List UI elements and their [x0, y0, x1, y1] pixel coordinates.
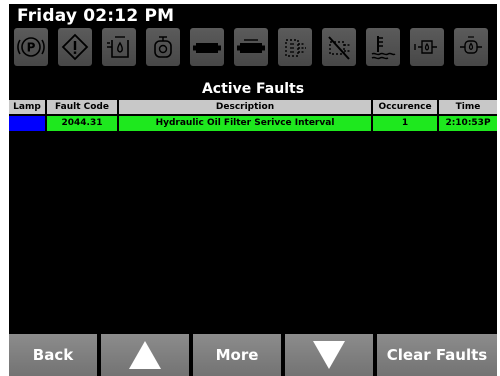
up-arrow-icon: [129, 341, 161, 369]
coolant-temp-icon: [366, 28, 400, 66]
oil-pressure-icon: [410, 28, 444, 66]
svg-text:P: P: [27, 41, 36, 55]
down-arrow-icon: [313, 341, 345, 369]
scroll-up-button[interactable]: [101, 334, 189, 376]
column-header-description: Description: [119, 100, 371, 114]
column-header-occurrence: Occurence: [373, 100, 437, 114]
warning-icon: [58, 28, 92, 66]
indicator-bar: P: [14, 28, 494, 68]
column-header-time: Time: [439, 100, 497, 114]
hydraulic-oil-icon: [102, 28, 136, 66]
fuel-filter-icon: [278, 28, 312, 66]
page-title: Active Faults: [201, 81, 305, 97]
oil-pressure-2-icon: [454, 28, 488, 66]
clear-faults-button[interactable]: Clear Faults: [377, 334, 497, 376]
clock: Friday 02:12 PM: [17, 6, 175, 26]
no-regen-icon: [322, 28, 356, 66]
scroll-down-button[interactable]: [285, 334, 373, 376]
display-screen: Friday 02:12 PM P Active Faults Lamp Fau…: [9, 4, 497, 376]
battery-2-icon: [234, 28, 268, 66]
column-header-lamp: Lamp: [9, 100, 45, 114]
back-button[interactable]: Back: [9, 334, 97, 376]
fault-occurrence-cell[interactable]: 1: [373, 116, 437, 131]
fault-description-cell[interactable]: Hydraulic Oil Filter Serivce Interval: [119, 116, 371, 131]
more-button[interactable]: More: [193, 334, 281, 376]
column-header-fault-code: Fault Code: [47, 100, 117, 114]
parking-brake-icon: P: [14, 28, 48, 66]
engine-icon: [146, 28, 180, 66]
battery-icon: [190, 28, 224, 66]
fault-time-cell[interactable]: 2:10:53P: [439, 116, 497, 131]
fault-code-cell[interactable]: 2044.31: [47, 116, 117, 131]
lamp-indicator[interactable]: [9, 116, 45, 131]
